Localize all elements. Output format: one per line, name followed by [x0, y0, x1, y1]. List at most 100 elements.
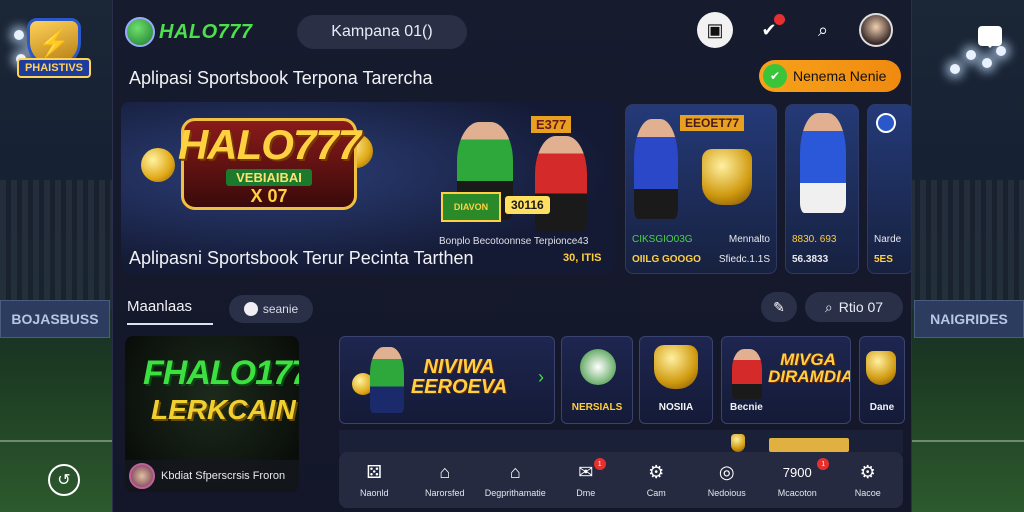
- crowd-right: [909, 180, 1024, 310]
- hero-logo-title: HALO777: [177, 121, 361, 168]
- grid-icon[interactable]: [948, 465, 976, 493]
- hero-logo: HALO777 VEBIAIBAI X 07: [141, 108, 373, 218]
- crowd-left: [0, 180, 115, 310]
- trophy-icon: [866, 351, 896, 385]
- nav-item-ticket[interactable]: ✉ 1 Dme: [552, 458, 620, 498]
- hero-meta: Bonplo Becotoonnse Terpionce43: [439, 236, 589, 247]
- ad-board-left: BOJASBUSS: [0, 300, 110, 338]
- nav-item-home[interactable]: ⌂ Narorsfed: [411, 462, 479, 499]
- nav-item-gear[interactable]: ⚙ Cam: [622, 461, 690, 499]
- card-value: 56.3833: [792, 254, 829, 265]
- game-tile-featured[interactable]: FHALO177 LERKCAIN Kbdiat Sfperscrsis Fro…: [125, 336, 299, 492]
- game-title: FHALO177: [143, 354, 299, 392]
- bookmark-icon[interactable]: ▣: [697, 12, 733, 48]
- team-badge-icon: [876, 113, 896, 133]
- card-value: OIILG GOOGO: [632, 254, 701, 265]
- nav-item-cog[interactable]: ⚙ Nacoe: [834, 461, 902, 499]
- card-chip: EEOET77: [680, 115, 745, 131]
- back-arrow-icon[interactable]: ↺: [48, 464, 80, 496]
- filter-button[interactable]: ⌕ Rtio 07: [805, 292, 903, 322]
- game-label: Dane: [869, 402, 895, 413]
- nav-label: Dme: [576, 488, 596, 498]
- promo-button[interactable]: ✔ Nenema Nenie: [759, 60, 901, 92]
- trophy-icon: [731, 434, 745, 452]
- edit-button[interactable]: ✎: [761, 292, 797, 322]
- card-value: 5ES: [874, 254, 893, 265]
- search-field[interactable]: Kampana 01(): [297, 15, 467, 49]
- filter-label: Rtio 07: [838, 299, 884, 315]
- game-tile[interactable]: NIVIWA EEROEVA ›: [339, 336, 555, 424]
- game-footer: Kbdiat Sfperscrsis Froron: [125, 460, 299, 492]
- player-red: [535, 136, 587, 232]
- ad-board-right: NAIGRIDES: [914, 300, 1024, 338]
- trophy-icon: [654, 345, 698, 389]
- game-footer-text: Kbdiat Sfperscrsis Froron: [161, 470, 286, 482]
- game-label: NOSIIA: [658, 402, 694, 413]
- side-logo[interactable]: ⚡ PHAISTIVS: [8, 12, 100, 84]
- top-icons: ▣ ✔ ⌕: [697, 12, 893, 48]
- match-card[interactable]: Narde 5ES: [867, 104, 911, 274]
- avatar[interactable]: [859, 13, 893, 47]
- chat-icon[interactable]: [976, 22, 1004, 50]
- promo-button-label: Nenema Nenie: [793, 68, 887, 84]
- number-icon: 7900: [782, 464, 812, 480]
- game-label: Becnie: [730, 402, 763, 413]
- game-tile[interactable]: NERSIALS: [561, 336, 633, 424]
- game-tile[interactable]: Dane: [859, 336, 905, 424]
- notification-dot: [774, 14, 785, 25]
- player-red: [732, 349, 762, 399]
- nav-item-house[interactable]: ⌂ Degprithamatie: [481, 461, 549, 499]
- card-label: Narde: [874, 234, 902, 245]
- notification-badge: 1: [593, 458, 606, 470]
- hero-badge: HALO777 VEBIAIBAI X 07: [177, 118, 361, 210]
- hero-odds: 30, ITIS: [563, 252, 602, 264]
- gear-icon: ⚙: [648, 461, 665, 482]
- ball-icon: [243, 302, 258, 316]
- bottom-nav: ⚄ Naonld ⌂ Narorsfed ⌂ Degprithamatie ✉ …: [339, 452, 903, 508]
- nav-label: Degprithamatie: [484, 488, 546, 498]
- card-label: 8830. 693: [792, 234, 837, 245]
- card-label: Mennalto: [728, 234, 770, 245]
- hero-chip: E377: [531, 116, 572, 133]
- hero-banner[interactable]: HALO777 VEBIAIBAI X 07 E377 DIAVON 30116…: [121, 102, 615, 274]
- house-icon: ⌂: [509, 461, 521, 482]
- cog-icon: ⚙: [859, 461, 876, 482]
- tab-secondary[interactable]: seanie: [229, 295, 313, 323]
- page-headline: Aplipasi Sportsbook Terpona Tarercha: [129, 68, 433, 88]
- notification-badge: 1: [817, 458, 830, 470]
- game-title: NIVIWA EEROEVA: [410, 356, 508, 398]
- match-card[interactable]: 8830. 693 56.3833: [785, 104, 859, 274]
- game-subtitle: LERKCAIN: [151, 394, 296, 425]
- nav-label: Cam: [646, 488, 666, 498]
- brand-name: HALO777: [159, 20, 253, 43]
- nav-item-target[interactable]: ◎ Nedoious: [693, 461, 761, 499]
- match-card[interactable]: EEOET77 CIKSGIO03G Mennalto OIILG GOOGO …: [625, 104, 777, 274]
- nav-label: Nedoious: [707, 488, 746, 498]
- player-blue: [800, 113, 846, 213]
- edit-icon: ✎: [773, 298, 785, 315]
- tab-main[interactable]: Maanlaas: [127, 298, 213, 325]
- top-bar: HALO777 Kampana 01() ▣ ✔ ⌕: [113, 6, 911, 58]
- hero-logo-num: X 07: [250, 186, 288, 206]
- nav-label: Naonld: [359, 488, 389, 498]
- hero-logo-sub: VEBIAIBAI: [226, 169, 312, 186]
- game-tile[interactable]: NOSIIA: [639, 336, 713, 424]
- target-icon: ◎: [718, 461, 735, 482]
- gold-bar: [769, 438, 849, 452]
- avatar: [129, 463, 155, 489]
- game-tile[interactable]: MIVGA DIRAMDIA Becnie: [721, 336, 851, 424]
- player-green: [370, 347, 404, 413]
- brand-logo[interactable]: HALO777: [125, 17, 253, 47]
- nav-item-dice[interactable]: ⚄ Naonld: [340, 462, 408, 499]
- nav-item-number[interactable]: 7900 1 Mcacoton: [763, 458, 831, 498]
- shield-check-icon[interactable]: ✔: [751, 12, 787, 48]
- trophy-icon: [702, 149, 752, 205]
- search-icon: ⌕: [824, 298, 833, 315]
- nav-label: Mcacoton: [777, 488, 817, 498]
- search-icon[interactable]: ⌕: [805, 12, 841, 48]
- game-title: MIVGA DIRAMDIA: [768, 350, 851, 386]
- tab-secondary-label: seanie: [262, 302, 299, 316]
- check-icon: ✔: [763, 64, 787, 88]
- app-window: HALO777 Kampana 01() ▣ ✔ ⌕ Aplipasi Spor…: [112, 0, 912, 512]
- hero-score: 30116: [505, 196, 550, 214]
